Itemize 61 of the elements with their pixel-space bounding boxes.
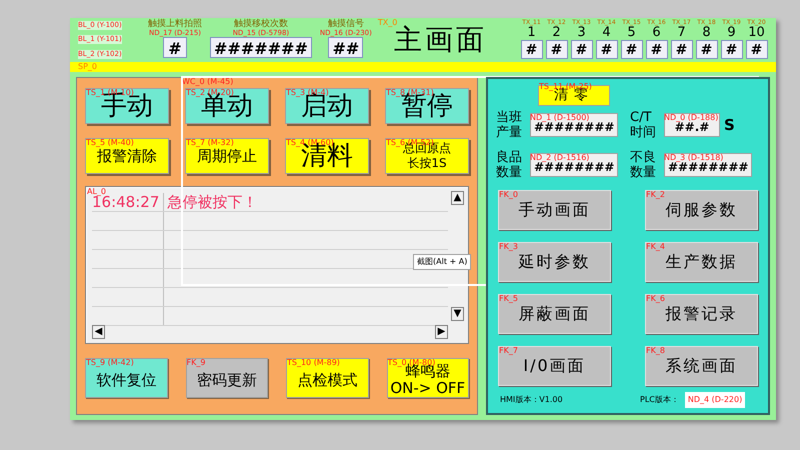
scroll-right-button[interactable]: ▶	[435, 325, 448, 339]
station-number: 6	[652, 26, 661, 40]
hmi-version: HMI版本：V1.00	[500, 394, 564, 406]
numeric-field[interactable]: #	[746, 40, 768, 59]
readout-label: C/T 时间	[630, 110, 657, 140]
station-number: 7	[677, 26, 686, 40]
object-tag: AL_0	[87, 187, 106, 196]
object-tag: FK_0	[499, 190, 518, 199]
object-tag: ND_2 (D-1516)	[530, 153, 590, 162]
station-number: 1	[527, 26, 536, 40]
numeric-field[interactable]: #######	[210, 37, 312, 58]
object-tag: WC_0 (M-45)	[182, 77, 234, 86]
numeric-field[interactable]: #	[596, 40, 618, 59]
station-number: 4	[602, 26, 611, 40]
station-number: 2	[552, 26, 561, 40]
alarm-message: 急停被按下！	[167, 192, 258, 213]
field-caption: 触摸信号	[328, 19, 364, 29]
object-tag: TS_7 (M-32)	[186, 138, 234, 147]
object-tag: FK_4	[646, 242, 665, 251]
screenshot-tooltip: 截图(Alt + A)	[413, 254, 472, 270]
numeric-field[interactable]: #	[720, 40, 742, 59]
numeric-field[interactable]: #	[520, 40, 542, 59]
numeric-field[interactable]: #	[696, 40, 718, 59]
object-tag: ND_1 (D-1500)	[530, 113, 590, 122]
station-number: 3	[577, 26, 586, 40]
plc-version-field: ND_4 (D-220)	[684, 392, 746, 408]
field-caption: 触摸上料拍照	[148, 19, 202, 29]
scroll-left-button[interactable]: ◀	[92, 325, 105, 339]
object-tag: TS_10 (M-89)	[287, 358, 340, 367]
numeric-field[interactable]: #	[546, 40, 568, 59]
object-tag: TS_9 (M-42)	[86, 358, 134, 367]
unit-label: S	[724, 114, 735, 136]
station-number: 10	[748, 26, 765, 40]
numeric-field[interactable]: #	[163, 37, 187, 58]
numeric-field[interactable]: #	[570, 40, 592, 59]
station-number: 5	[627, 26, 636, 40]
scroll-up-button[interactable]: ▲	[451, 191, 464, 205]
station-number: 8	[702, 26, 711, 40]
object-tag: FK_9	[186, 358, 206, 367]
readout-label: 当班产量	[496, 110, 523, 140]
object-tag: FK_5	[499, 294, 518, 303]
readout-label: 不良数量	[630, 150, 657, 180]
station-number: 9	[727, 26, 736, 40]
object-tag: FK_3	[499, 242, 518, 251]
object-tag: ND_3 (D-1518)	[664, 153, 724, 162]
readout-label: 良品数量	[496, 150, 523, 180]
scroll-down-button[interactable]: ▼	[451, 307, 464, 321]
object-tag: TS_5 (M-40)	[86, 138, 134, 147]
numeric-field[interactable]: #	[646, 40, 668, 59]
numeric-field[interactable]: #	[670, 40, 692, 59]
object-tag: FK_6	[646, 294, 665, 303]
object-tag: FK_7	[499, 346, 518, 355]
object-tag: FK_8	[646, 346, 665, 355]
numeric-field[interactable]: ##	[328, 37, 364, 58]
object-tag: ND_0 (D-188)	[664, 113, 718, 122]
plc-version-label: PLC版本：	[640, 394, 679, 406]
numeric-field[interactable]: #	[620, 40, 642, 59]
banner-tag: SP_0	[78, 62, 97, 71]
object-tag: FK_2	[646, 190, 665, 199]
object-tag: TX_0	[378, 18, 398, 27]
field-caption: 触摸移校次数	[234, 19, 288, 29]
